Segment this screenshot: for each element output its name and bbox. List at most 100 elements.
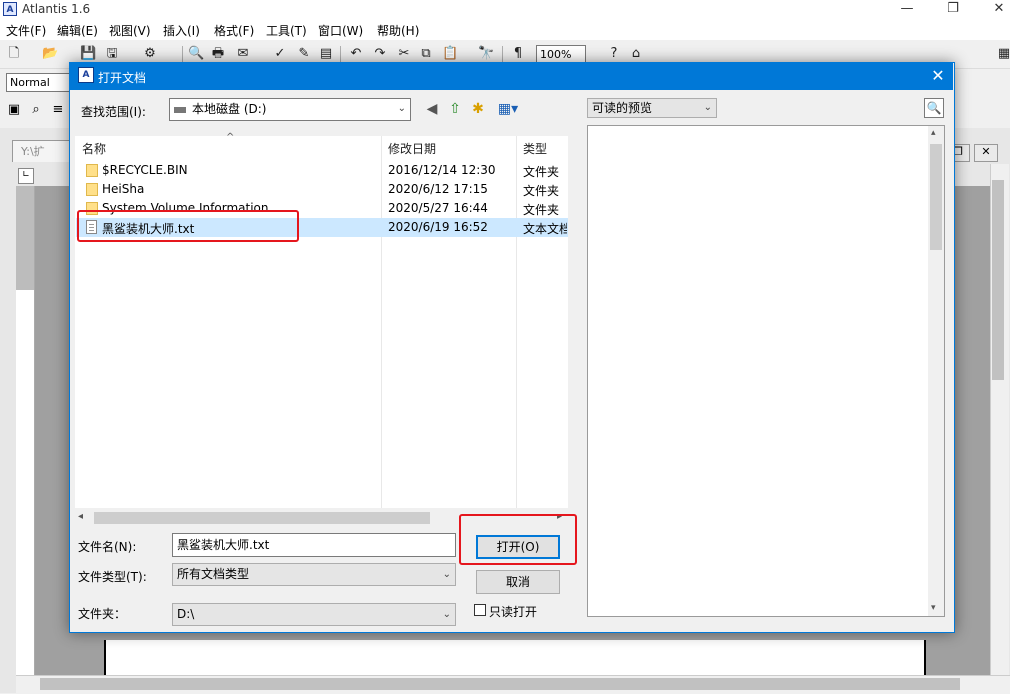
maximize-button[interactable]: ❐ bbox=[930, 0, 976, 20]
scroll-left-icon[interactable]: ◂ bbox=[78, 511, 83, 522]
menu-view[interactable]: 视图(V) bbox=[109, 22, 151, 39]
paste-icon[interactable]: 📋 bbox=[442, 46, 458, 62]
file-type: 文件夹 bbox=[523, 184, 560, 198]
save-icon[interactable]: 💾 bbox=[80, 46, 96, 62]
column-date[interactable]: 修改日期 bbox=[388, 140, 436, 157]
sort-up-icon: ^ bbox=[226, 132, 235, 143]
zoom-combo[interactable]: 100% bbox=[536, 45, 586, 63]
undo-icon[interactable]: ↶ bbox=[348, 46, 364, 62]
file-date: 2020/6/19 16:52 bbox=[388, 220, 488, 234]
vertical-scroll-thumb[interactable] bbox=[992, 180, 1004, 380]
home-icon[interactable]: ⌂ bbox=[628, 46, 644, 62]
find-replace-icon[interactable]: ⌕ bbox=[28, 102, 44, 118]
tab-stop-icon[interactable]: ∟ bbox=[18, 168, 34, 184]
list-item[interactable]: HeiSha 2020/6/12 17:15 文件夹 bbox=[76, 180, 568, 199]
column-type[interactable]: 类型 bbox=[523, 140, 547, 157]
file-name: HeiSha bbox=[102, 182, 145, 196]
save-as-icon[interactable]: 🖫 bbox=[104, 46, 120, 62]
file-type: 文件夹 bbox=[523, 165, 560, 179]
cancel-button[interactable]: 取消 bbox=[476, 570, 560, 594]
preview-pane bbox=[587, 125, 945, 617]
paragraph-marks-icon[interactable]: ¶ bbox=[510, 46, 526, 62]
app-title: Atlantis 1.6 bbox=[22, 2, 91, 16]
spellcheck-icon[interactable]: ✓ bbox=[272, 46, 288, 62]
dialog-title-bar bbox=[70, 63, 953, 90]
scroll-up-icon[interactable]: ▴ bbox=[931, 128, 936, 138]
chevron-down-icon: ⌄ bbox=[703, 102, 712, 113]
help-icon[interactable]: ? bbox=[606, 46, 622, 62]
menu-format[interactable]: 格式(F) bbox=[214, 22, 254, 39]
bookmark-icon[interactable]: ▣ bbox=[6, 102, 22, 118]
redo-icon[interactable]: ↷ bbox=[372, 46, 388, 62]
file-type: 文本文档 bbox=[523, 222, 567, 236]
outline-icon[interactable]: ≡ bbox=[50, 102, 66, 118]
look-in-label: 查找范围(I): bbox=[81, 105, 146, 119]
open-folder-icon[interactable]: 📂 bbox=[42, 46, 58, 62]
drive-icon bbox=[174, 106, 186, 113]
new-document-icon[interactable]: 🗋 bbox=[6, 46, 22, 62]
horizontal-scroll-thumb[interactable] bbox=[40, 678, 960, 690]
find-icon[interactable]: 🔭 bbox=[478, 46, 494, 62]
highlight-open-button bbox=[459, 514, 577, 565]
close-button[interactable]: ✕ bbox=[976, 0, 1010, 20]
email-icon[interactable]: ✉ bbox=[235, 46, 251, 62]
word-count-icon[interactable]: ▤ bbox=[318, 46, 334, 62]
menu-tools[interactable]: 工具(T) bbox=[266, 22, 307, 39]
file-name: $RECYCLE.BIN bbox=[102, 163, 188, 177]
copy-icon[interactable]: ⧉ bbox=[418, 46, 434, 62]
folder-icon bbox=[86, 164, 98, 177]
list-scroll-thumb[interactable] bbox=[94, 512, 430, 524]
preview-toggle-icon[interactable]: 🔍 bbox=[924, 98, 944, 118]
look-in-combo[interactable]: 本地磁盘 (D:) ⌄ bbox=[169, 98, 411, 121]
file-date: 2020/6/12 17:15 bbox=[388, 182, 488, 196]
preview-scroll-thumb[interactable] bbox=[930, 144, 942, 250]
column-name[interactable]: 名称 bbox=[82, 140, 106, 157]
preview-combo[interactable]: 可读的预览 ⌄ bbox=[587, 98, 717, 118]
up-folder-icon[interactable]: ⇧ bbox=[446, 100, 464, 118]
readonly-checkbox[interactable] bbox=[474, 604, 486, 616]
dialog-icon: A bbox=[78, 67, 94, 83]
print-preview-icon[interactable]: 🔍 bbox=[188, 46, 204, 62]
filetype-combo[interactable]: 所有文档类型 ⌄ bbox=[172, 563, 456, 586]
folder-label: 文件夹： bbox=[78, 607, 127, 621]
close-child-button[interactable]: ✕ bbox=[974, 144, 998, 162]
toolbar-more-icon[interactable]: ▦ bbox=[996, 46, 1010, 62]
folder-value: D:\ bbox=[177, 607, 195, 621]
back-icon[interactable]: ◀ bbox=[423, 100, 441, 118]
document-tab[interactable]: Y:\扩 bbox=[12, 140, 72, 162]
menu-insert[interactable]: 插入(I) bbox=[163, 22, 200, 39]
menu-window[interactable]: 窗口(W) bbox=[318, 22, 363, 39]
filetype-value: 所有文档类型 bbox=[177, 567, 250, 581]
menu-help[interactable]: 帮助(H) bbox=[377, 22, 419, 39]
properties-icon[interactable]: ⚙ bbox=[142, 46, 158, 62]
title-bar bbox=[0, 0, 1010, 20]
view-menu-icon[interactable]: ▦▾ bbox=[495, 100, 521, 118]
menu-file[interactable]: 文件(F) bbox=[6, 22, 46, 39]
file-date: 2020/5/27 16:44 bbox=[388, 201, 488, 215]
filename-input[interactable]: 黑鲨装机大师.txt bbox=[172, 533, 456, 557]
app-icon: A bbox=[3, 2, 17, 16]
filetype-label: 文件类型(T): bbox=[78, 570, 147, 584]
print-icon[interactable]: 🖶 bbox=[210, 46, 226, 62]
minimize-button[interactable]: — bbox=[884, 0, 930, 20]
style-combo[interactable]: Normal bbox=[6, 73, 70, 92]
document-page[interactable] bbox=[104, 640, 926, 680]
chevron-down-icon: ⌄ bbox=[442, 609, 451, 620]
new-folder-icon[interactable]: ✱ bbox=[469, 100, 487, 118]
chevron-down-icon: ⌄ bbox=[397, 103, 406, 114]
dialog-close-button[interactable]: ✕ bbox=[926, 64, 950, 88]
dialog-title: 打开文档 bbox=[98, 71, 147, 85]
look-in-value: 本地磁盘 (D:) bbox=[192, 102, 267, 116]
scroll-down-icon[interactable]: ▾ bbox=[931, 603, 936, 613]
menu-edit[interactable]: 编辑(E) bbox=[57, 22, 98, 39]
ruler-margin bbox=[16, 186, 34, 290]
list-item[interactable]: $RECYCLE.BIN 2016/12/14 12:30 文件夹 bbox=[76, 161, 568, 180]
folder-combo[interactable]: D:\ ⌄ bbox=[172, 603, 456, 626]
cut-icon[interactable]: ✂ bbox=[396, 46, 412, 62]
highlight-selected-file bbox=[77, 210, 299, 242]
filename-label: 文件名(N): bbox=[78, 540, 137, 554]
readonly-label: 只读打开 bbox=[489, 605, 538, 619]
preview-label: 可读的预览 bbox=[592, 101, 653, 115]
chevron-down-icon: ⌄ bbox=[442, 569, 451, 580]
format-painter-icon[interactable]: ✎ bbox=[296, 46, 312, 62]
